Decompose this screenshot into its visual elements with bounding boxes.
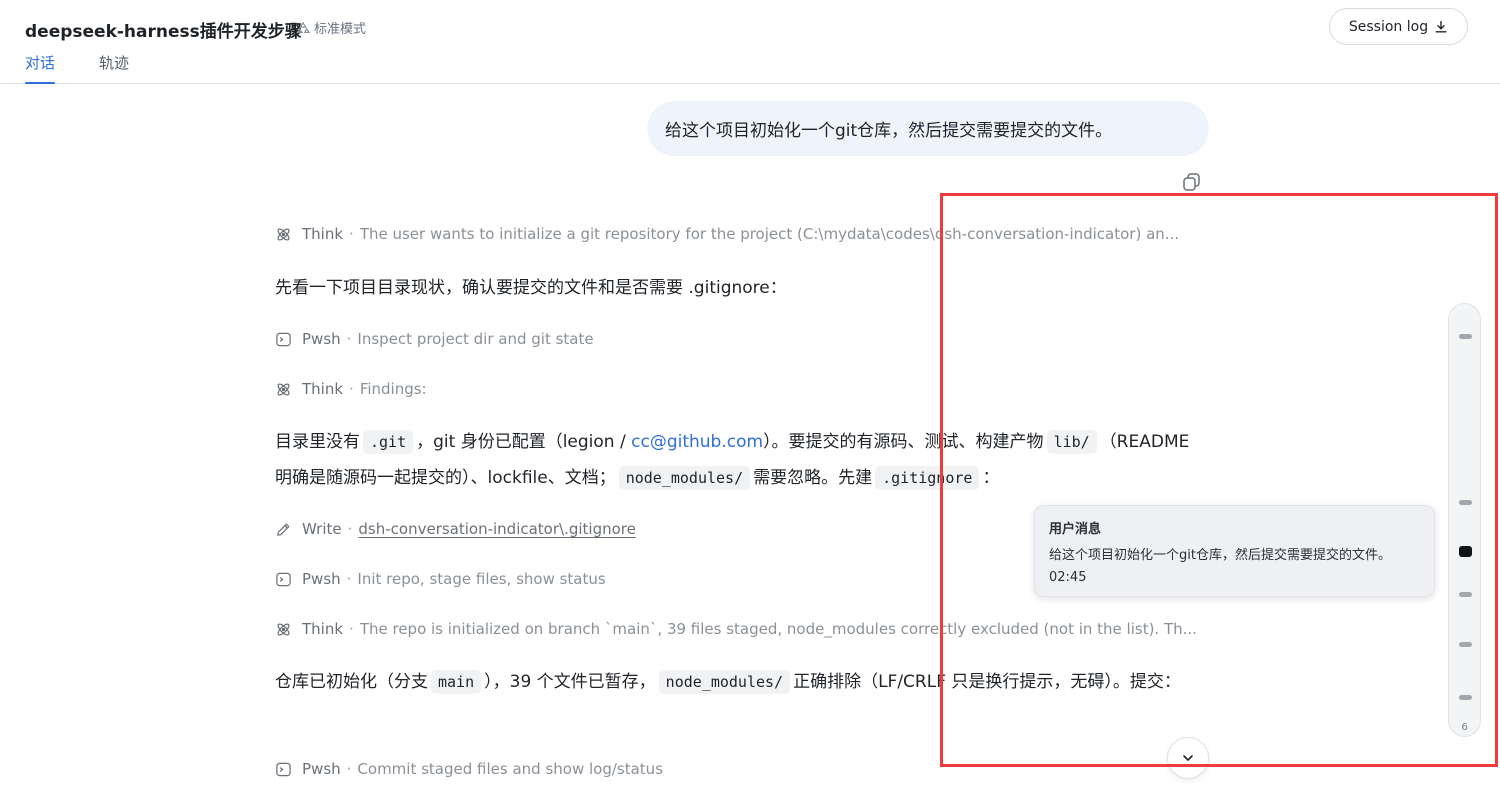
text-segment: 正确排除（LF/CRLF 只是换行提示，无碍）。提交： [793, 672, 1181, 692]
copy-icon[interactable] [1181, 171, 1203, 193]
mode-label: 标准模式 [314, 22, 367, 37]
atom-icon [277, 382, 290, 396]
assistant-text: 先看一下项目目录现状，确认要提交的文件和是否需要 .gitignore： [275, 278, 787, 298]
inline-code: .gitignore [875, 466, 980, 490]
mode-indicator[interactable]: 标准模式 [296, 18, 366, 37]
conversation-indicator-rail[interactable]: 6 [1448, 303, 1481, 737]
step-think[interactable]: Think · Findings: [275, 377, 1210, 401]
step-think[interactable]: Think · The user wants to initialize a g… [275, 222, 1210, 246]
session-log-button[interactable]: Session log [1329, 8, 1468, 45]
recycle-icon [296, 21, 310, 33]
indicator-tick[interactable] [1459, 592, 1472, 597]
text-segment: 目录里没有 [275, 432, 360, 452]
text-segment: ，git 身份已配置（legion / [416, 432, 626, 452]
indicator-tick[interactable] [1459, 334, 1472, 339]
download-icon [1435, 20, 1447, 33]
indicator-tick-active[interactable] [1459, 546, 1472, 557]
file-link[interactable]: dsh-conversation-indicator\.gitignore [358, 520, 635, 538]
separator-dot: · [346, 330, 352, 348]
step-kind: Think [302, 380, 344, 398]
scroll-to-bottom-button[interactable] [1167, 737, 1209, 779]
step-description: Findings: [359, 380, 427, 398]
conversation-title: deepseek-harness插件开发步骤 [25, 22, 302, 42]
tab-trajectory[interactable]: 轨迹 [99, 52, 129, 84]
separator-dot: · [349, 620, 354, 638]
chevron-down-icon [1183, 755, 1193, 761]
indicator-tick[interactable] [1459, 695, 1472, 700]
assistant-text: 仓库已初始化（分支 main ），39 个文件已暂存， node_modules/正确… [275, 664, 1205, 736]
message-count: 6 [1461, 722, 1468, 733]
step-kind: Write [302, 520, 342, 538]
step-description: Commit staged files and show log/status [357, 760, 664, 778]
user-message-bubble: 给这个项目初始化一个git仓库，然后提交需要提交的文件。 [647, 101, 1209, 156]
text-segment: ），39 个文件已暂存， [484, 672, 656, 692]
indicator-tooltip: 用户消息 给这个项目初始化一个git仓库，然后提交需要提交的文件。02:45 [1034, 505, 1435, 597]
step-kind: Pwsh [302, 760, 341, 778]
email-link[interactable]: cc@github.com [631, 432, 763, 452]
text-segment: 仓库已初始化（分支 [275, 672, 428, 692]
terminal-icon [276, 762, 291, 776]
step-description: Init repo, stage files, show status [357, 570, 606, 588]
tooltip-title: 用户消息 [1049, 522, 1102, 537]
inline-code: lib/ [1046, 430, 1097, 454]
top-header: deepseek-harness插件开发步骤 标准模式 对话 轨迹 Sessio… [0, 0, 1500, 84]
step-description: The repo is initialized on branch `main`… [359, 620, 1197, 638]
step-kind: Think [302, 620, 344, 638]
pencil-icon [277, 523, 290, 536]
terminal-icon [276, 572, 291, 586]
step-description: Inspect project dir and git state [357, 330, 594, 348]
indicator-tick[interactable] [1459, 642, 1472, 647]
inline-code: node_modules/ [618, 466, 751, 490]
atom-icon [277, 622, 290, 636]
step-kind: Pwsh [302, 330, 341, 348]
text-segment: 需要忽略。先建 [753, 468, 873, 488]
terminal-icon [276, 332, 291, 346]
inline-code: .git [363, 430, 414, 454]
session-log-label: Session log [1348, 18, 1429, 35]
assistant-text: 目录里没有 .git ，git 身份已配置（legion / cc@github.c… [275, 424, 1210, 496]
step-kind: Think [302, 225, 344, 243]
text-segment: ）。要提交的有源码、测试、构建产物 [763, 432, 1044, 452]
separator-dot: · [347, 520, 353, 538]
separator-dot: · [349, 225, 354, 243]
indicator-tick[interactable] [1459, 500, 1472, 505]
user-message-text: 给这个项目初始化一个git仓库，然后提交需要提交的文件。 [665, 121, 1113, 141]
separator-dot: · [346, 760, 352, 778]
separator-dot: · [346, 570, 352, 588]
separator-dot: · [349, 380, 354, 398]
view-tabs: 对话 轨迹 [25, 52, 129, 84]
inline-code: node_modules/ [658, 670, 791, 694]
step-pwsh[interactable]: Pwsh · Inspect project dir and git state [275, 327, 1210, 351]
inline-code: main [431, 670, 482, 694]
atom-icon [277, 227, 290, 241]
step-think[interactable]: Think · The repo is initialized on branc… [275, 617, 1210, 641]
tooltip-body: 给这个项目初始化一个git仓库，然后提交需要提交的文件。02:45 [1049, 548, 1391, 585]
step-kind: Pwsh [302, 570, 341, 588]
text-segment: ： [982, 468, 1000, 488]
tab-conversation[interactable]: 对话 [25, 52, 56, 84]
step-description: The user wants to initialize a git repos… [359, 225, 1180, 243]
step-pwsh[interactable]: Pwsh · Commit staged files and show log/… [275, 757, 1210, 781]
